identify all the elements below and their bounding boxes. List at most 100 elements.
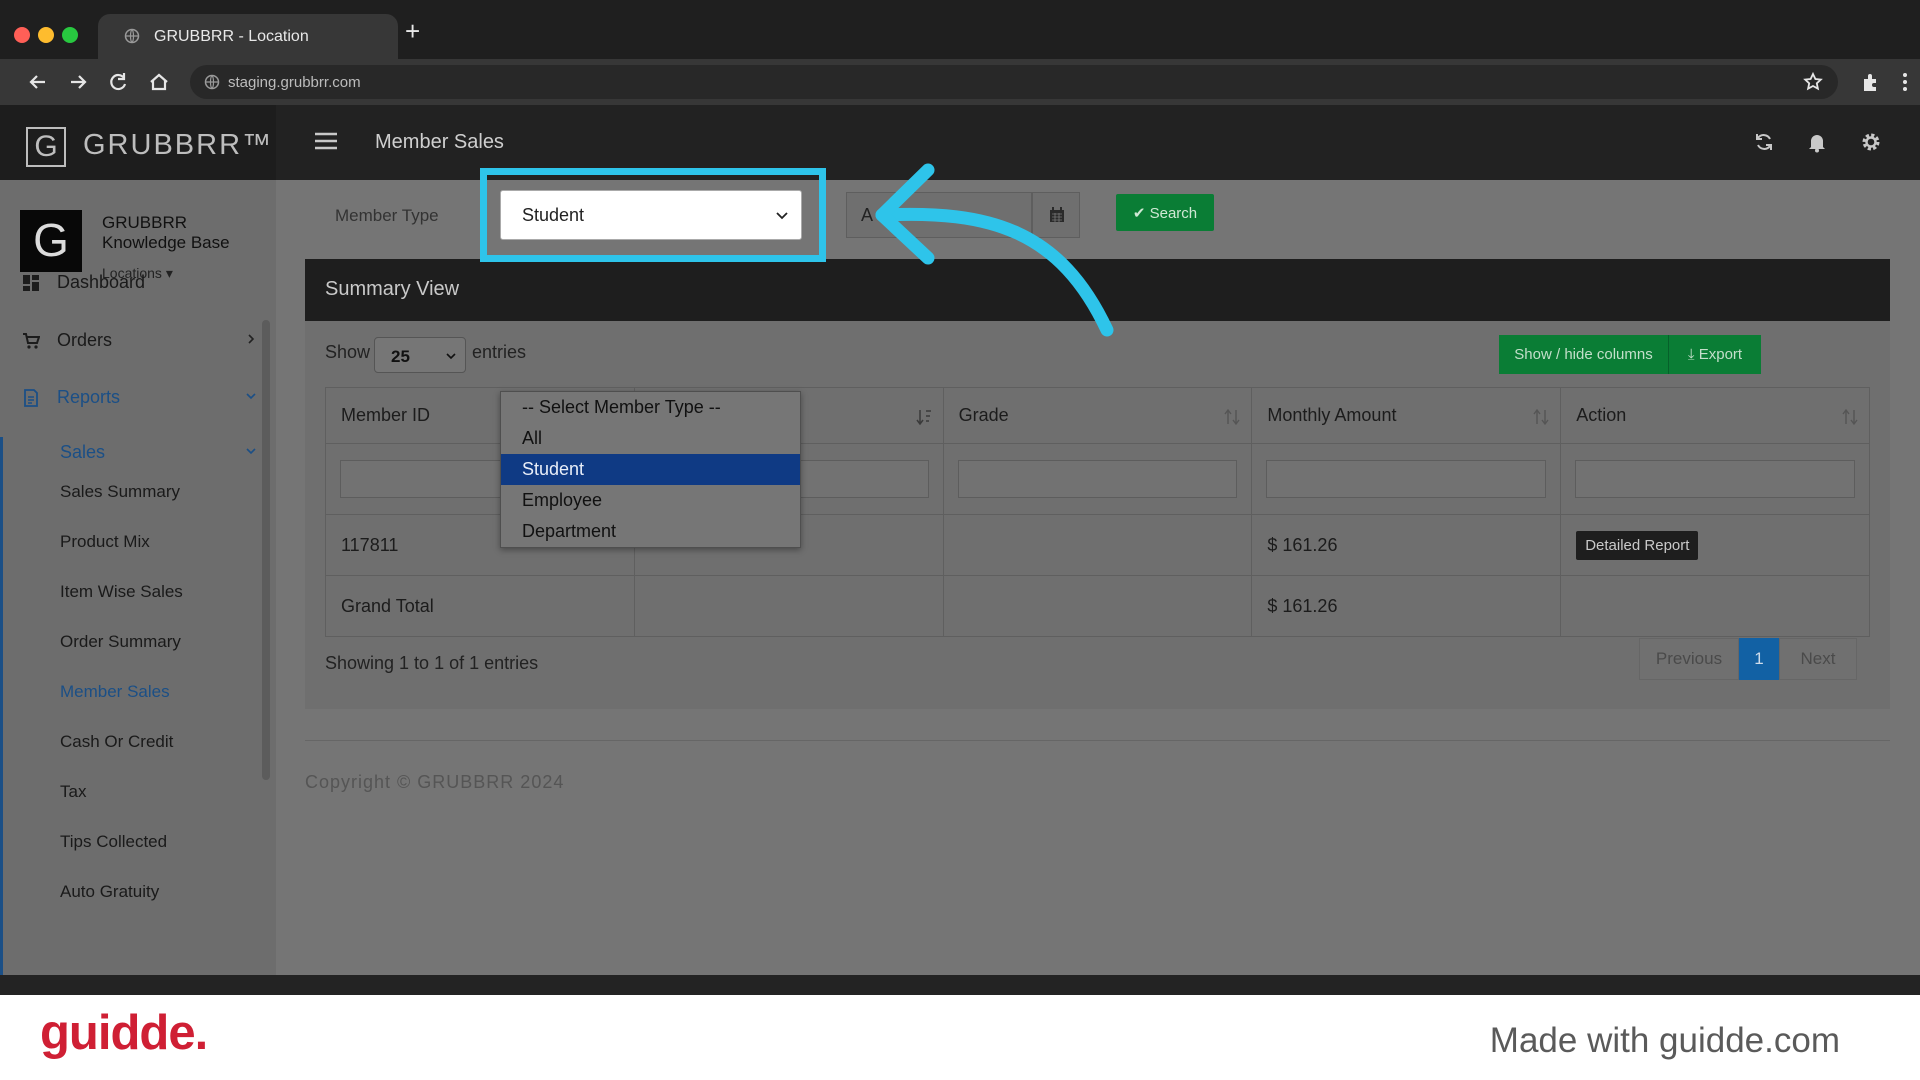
calendar-icon	[1050, 207, 1064, 222]
option-select-member-type[interactable]: -- Select Member Type --	[501, 392, 800, 423]
sidebar-subitem-auto-gratuity[interactable]: Auto Gratuity	[60, 882, 159, 902]
column-header-action[interactable]: Action	[1560, 387, 1870, 444]
back-icon[interactable]	[25, 69, 51, 95]
address-bar[interactable]: staging.grubbrr.com	[190, 65, 1838, 99]
app-window: G GRUBBRR™ Member Sales G GRUBBRR Knowle…	[0, 105, 1920, 975]
export-button[interactable]: ⤓ Export	[1668, 335, 1761, 374]
sidebar-subitem-item-wise-sales[interactable]: Item Wise Sales	[60, 582, 183, 602]
copyright: Copyright © GRUBBRR 2024	[305, 772, 565, 792]
settings-gear-icon[interactable]	[1860, 131, 1882, 153]
hamburger-menu-icon[interactable]	[313, 131, 339, 151]
browser-tab[interactable]: GRUBBRR - Location	[98, 14, 398, 59]
cell-monthly-amount: $ 161.26	[1251, 514, 1562, 576]
grand-total-row: Grand Total $ 161.26	[325, 575, 1870, 637]
option-all[interactable]: All	[501, 423, 800, 454]
site-info-icon[interactable]	[204, 74, 220, 90]
sidebar: G GRUBBRR Knowledge Base Locations ▾ Das…	[0, 180, 276, 975]
cart-icon	[23, 333, 40, 349]
panel-header: Summary View	[305, 259, 1890, 321]
extensions-icon[interactable]	[1860, 71, 1882, 93]
active-section-indicator	[0, 437, 3, 975]
action-filter-input[interactable]	[1575, 460, 1855, 498]
sidebar-subitem-cash-or-credit[interactable]: Cash Or Credit	[60, 732, 173, 752]
refresh-icon[interactable]	[1753, 131, 1775, 153]
column-header-monthly-amount[interactable]: Monthly Amount	[1251, 387, 1562, 444]
grand-total-amount: $ 161.26	[1251, 575, 1562, 637]
sidebar-subitem-tax[interactable]: Tax	[60, 782, 86, 802]
entries-value: 25	[391, 347, 410, 366]
browser-toolbar: staging.grubbrr.com	[0, 59, 1920, 105]
home-icon[interactable]	[146, 69, 172, 95]
made-with-guidde: Made with guidde.com	[1489, 1021, 1840, 1060]
divider	[305, 740, 1890, 741]
main-content: Member Type A ✔ Search Summary View Show…	[276, 180, 1920, 975]
reload-icon[interactable]	[105, 69, 131, 95]
sidebar-subitem-member-sales[interactable]: Member Sales	[60, 682, 170, 702]
sidebar-subitem-sales-summary[interactable]: Sales Summary	[60, 482, 180, 502]
brand-logo[interactable]: G GRUBBRR™	[0, 105, 276, 180]
logo-mark: G	[26, 127, 66, 167]
previous-page-button[interactable]: Previous	[1639, 638, 1739, 680]
tab-title: GRUBBRR - Location	[154, 28, 309, 45]
globe-icon	[124, 28, 140, 44]
member-type-select[interactable]: Student	[500, 190, 802, 240]
bell-icon[interactable]	[1806, 131, 1828, 153]
chevron-right-icon	[248, 334, 255, 344]
column-header-grade[interactable]: Grade	[942, 387, 1253, 444]
next-page-button[interactable]: Next	[1779, 638, 1857, 680]
page-1-button[interactable]: 1	[1739, 638, 1779, 680]
search-button[interactable]: ✔ Search	[1116, 194, 1214, 231]
org-name-line1: GRUBBRR	[102, 213, 188, 232]
browser-tab-bar: GRUBBRR - Location +	[0, 0, 1920, 59]
org-name-line2: Knowledge Base	[102, 233, 230, 252]
option-student[interactable]: Student	[501, 454, 800, 485]
sort-ascending-icon	[915, 410, 931, 426]
sidebar-item-label: Reports	[57, 387, 121, 407]
close-window-button[interactable]	[14, 27, 30, 43]
sidebar-item-sales[interactable]: Sales	[0, 432, 262, 472]
url-text: staging.grubbrr.com	[228, 74, 361, 91]
sidebar-item-label: Orders	[57, 330, 113, 350]
show-hide-columns-button[interactable]: Show / hide columns	[1499, 335, 1668, 374]
grade-filter-input[interactable]	[957, 460, 1238, 498]
chevron-down-icon	[246, 448, 256, 455]
minimize-window-button[interactable]	[38, 27, 54, 43]
sidebar-item-label: Dashboard	[57, 272, 146, 292]
member-type-dropdown-list: -- Select Member Type -- All Student Emp…	[500, 391, 801, 548]
browser-menu-icon[interactable]	[1902, 71, 1908, 93]
detailed-report-button[interactable]: Detailed Report	[1576, 530, 1699, 560]
chevron-down-icon	[776, 212, 788, 220]
table-info: Showing 1 to 1 of 1 entries	[325, 653, 539, 673]
date-range-value: A	[861, 205, 874, 225]
amount-filter-input[interactable]	[1266, 460, 1547, 498]
date-range-input[interactable]: A	[846, 192, 1032, 238]
chevron-down-icon	[246, 393, 256, 400]
page-title: Member Sales	[375, 131, 504, 153]
cell-action: Detailed Report	[1560, 514, 1870, 576]
forward-icon[interactable]	[65, 69, 91, 95]
entries-per-page-select[interactable]: 25	[374, 337, 466, 373]
sidebar-item-reports[interactable]: Reports	[0, 377, 262, 417]
panel-title: Summary View	[325, 278, 460, 300]
sidebar-subitem-order-summary[interactable]: Order Summary	[60, 632, 181, 652]
new-tab-button[interactable]: +	[405, 18, 420, 44]
sidebar-scrollbar[interactable]	[262, 320, 270, 780]
sidebar-subitem-tips-collected[interactable]: Tips Collected	[60, 832, 167, 852]
sidebar-subitem-product-mix[interactable]: Product Mix	[60, 532, 150, 552]
report-icon	[24, 389, 38, 407]
option-department[interactable]: Department	[501, 516, 800, 547]
maximize-window-button[interactable]	[62, 27, 78, 43]
sort-icon	[1224, 408, 1240, 426]
sidebar-item-orders[interactable]: Orders	[0, 320, 262, 360]
bookmark-star-icon[interactable]	[1802, 71, 1824, 93]
grand-total-label: Grand Total	[325, 575, 635, 637]
calendar-button[interactable]	[1032, 192, 1080, 238]
guidde-footer: guidde. Made with guidde.com	[0, 995, 1920, 1080]
cell-grade	[942, 514, 1253, 576]
sort-icon	[1842, 408, 1858, 426]
member-type-label: Member Type	[335, 206, 439, 225]
sidebar-item-dashboard[interactable]: Dashboard	[0, 262, 262, 302]
member-type-value: Student	[522, 205, 585, 225]
option-employee[interactable]: Employee	[501, 485, 800, 516]
video-bottom-bar	[0, 975, 1920, 995]
